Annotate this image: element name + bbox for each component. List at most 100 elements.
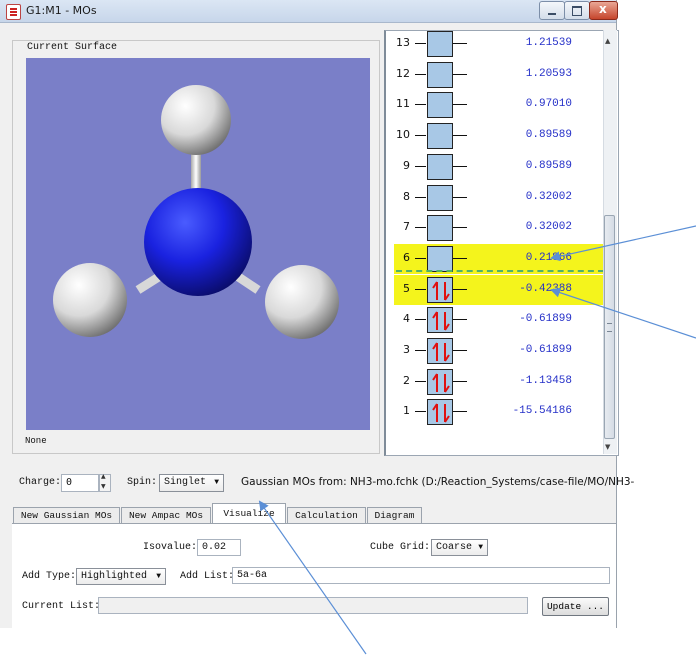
mo-level-line [415, 381, 426, 382]
mo-energy: 0.21866 [525, 252, 572, 264]
spin-select-value: Singlet [164, 477, 207, 488]
virtual-orbital-box[interactable] [427, 185, 453, 211]
mo-number: 10 [396, 128, 410, 141]
mo-number: 2 [403, 374, 410, 387]
virtual-orbital-box[interactable] [427, 62, 453, 88]
spin-up-icon[interactable]: ▲ [101, 473, 106, 480]
update-button[interactable]: Update ... [542, 597, 609, 616]
mo-level-line [415, 135, 426, 136]
mo-level-line [453, 43, 467, 44]
mo-level-line [453, 227, 467, 228]
mo-level-line [453, 411, 467, 412]
occupied-orbital-box[interactable] [427, 277, 453, 303]
nh3-molecule [53, 85, 339, 339]
mo-level-line [453, 258, 467, 259]
add-type-select[interactable]: Highlighted ▼ [76, 568, 166, 585]
charge-input[interactable]: 0 [61, 474, 99, 492]
mo-row[interactable]: 5 -0.42388 [394, 275, 603, 305]
mo-level-line [453, 104, 467, 105]
electron-pair-icon [432, 342, 450, 362]
mo-number: 1 [403, 404, 410, 417]
mo-level-line [415, 74, 426, 75]
mo-level-line [453, 319, 467, 320]
virtual-orbital-box[interactable] [427, 215, 453, 241]
mo-level-line [415, 197, 426, 198]
electron-pair-icon [432, 281, 450, 301]
mo-row[interactable]: 2 -1.13458 [394, 367, 603, 397]
mo-row[interactable]: 9 0.89589 [394, 152, 603, 182]
mo-level-line [453, 197, 467, 198]
electron-pair-icon [432, 373, 450, 393]
tab-new-ampac-mos[interactable]: New Ampac MOs [121, 507, 211, 523]
mo-energy: -15.54186 [512, 405, 572, 417]
homo-lumo-divider [396, 270, 604, 272]
mo-row[interactable]: 7 0.32002 [394, 213, 603, 243]
mo-level-line [453, 74, 467, 75]
nitrogen-atom [144, 188, 252, 296]
chevron-down-icon: ▼ [156, 572, 161, 581]
isovalue-input[interactable]: 0.02 [197, 539, 241, 556]
mo-row[interactable]: 1 -15.54186 [394, 397, 603, 427]
mo-row[interactable]: 4 -0.61899 [394, 305, 603, 335]
spin-label: Spin: [127, 477, 158, 488]
spin-select[interactable]: Singlet ▼ [159, 474, 224, 492]
tab-visualize[interactable]: Visualize [212, 503, 286, 524]
close-icon: x [599, 2, 607, 16]
mo-row[interactable]: 13 1.21539 [394, 29, 603, 59]
isovalue-label: Isovalue: [143, 542, 198, 553]
mo-row[interactable]: 11 0.97010 [394, 90, 603, 120]
occupied-orbital-box[interactable] [427, 399, 453, 425]
mo-energy: 0.97010 [525, 98, 572, 110]
tab-diagram[interactable]: Diagram [367, 507, 422, 523]
add-type-value: Highlighted [81, 571, 148, 582]
mo-energy: 0.89589 [525, 160, 572, 172]
scroll-up-icon[interactable]: ▲ [605, 37, 610, 45]
chevron-down-icon: ▼ [214, 478, 219, 487]
occupied-orbital-box[interactable] [427, 369, 453, 395]
mo-row[interactable]: 3 -0.61899 [394, 336, 603, 366]
mo-level-line [453, 166, 467, 167]
mo-level-line [415, 258, 426, 259]
mo-number: 6 [403, 251, 410, 264]
occupied-orbital-box[interactable] [427, 338, 453, 364]
occupied-orbital-box[interactable] [427, 307, 453, 333]
virtual-orbital-box[interactable] [427, 123, 453, 149]
spin-down-icon[interactable]: ▼ [101, 483, 106, 490]
maximize-button[interactable] [564, 1, 590, 20]
tab-calculation[interactable]: Calculation [287, 507, 366, 523]
virtual-orbital-box[interactable] [427, 92, 453, 118]
mo-row[interactable]: 8 0.32002 [394, 183, 603, 213]
scroll-down-icon[interactable]: ▼ [605, 443, 610, 451]
mo-row[interactable]: 10 0.89589 [394, 121, 603, 151]
app-icon[interactable] [6, 4, 21, 20]
mo-energy: -0.42388 [519, 283, 572, 295]
mo-number: 11 [396, 97, 410, 110]
mo-level-line [415, 166, 426, 167]
mo-number: 7 [403, 220, 410, 233]
surface-status: None [25, 436, 47, 446]
mo-number: 8 [403, 190, 410, 203]
virtual-orbital-box[interactable] [427, 154, 453, 180]
mo-energy: 1.21539 [525, 37, 572, 49]
hydrogen-atom-3 [265, 265, 339, 339]
mo-level-line [453, 350, 467, 351]
virtual-orbital-box[interactable] [427, 246, 453, 272]
mo-number: 4 [403, 312, 410, 325]
add-list-input[interactable]: 5a-6a [232, 567, 610, 584]
mo-number: 5 [403, 282, 410, 295]
hydrogen-atom-2 [53, 263, 127, 337]
add-type-label: Add Type: [22, 571, 77, 582]
close-button[interactable]: x [589, 1, 618, 20]
cube-grid-select[interactable]: Coarse ▼ [431, 539, 488, 556]
minimize-button[interactable] [539, 1, 565, 20]
mo-row[interactable]: 12 1.20593 [394, 60, 603, 90]
gaussian-mos-source: Gaussian MOs from: NH3-mo.fchk (D:/React… [241, 476, 635, 488]
mo-level-line [415, 411, 426, 412]
current-list-label: Current List: [22, 601, 101, 612]
tab-new-gaussian-mos[interactable]: New Gaussian MOs [13, 507, 120, 523]
virtual-orbital-box[interactable] [427, 31, 453, 57]
mo-level-line [453, 381, 467, 382]
molecule-viewer[interactable] [26, 58, 370, 430]
charge-label: Charge: [19, 477, 62, 488]
mo-energy: -0.61899 [519, 344, 572, 356]
